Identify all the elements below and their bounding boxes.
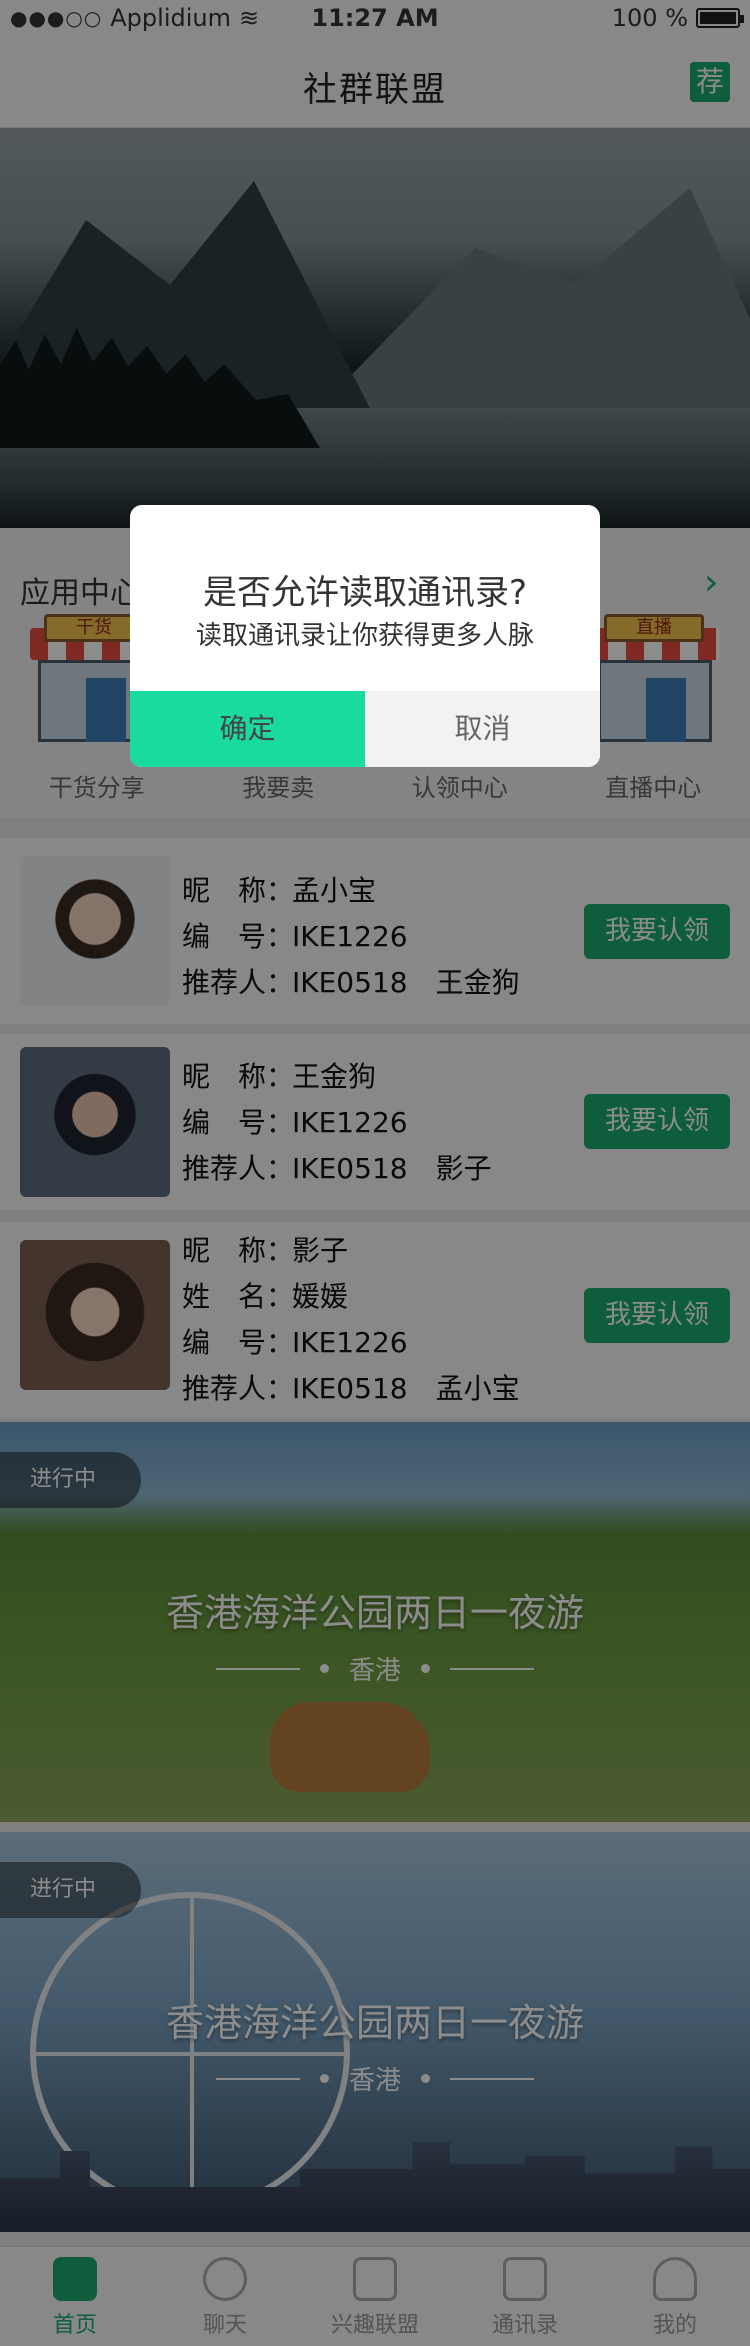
confirm-button[interactable]: 确定 xyxy=(130,691,365,767)
permission-dialog: 是否允许读取通讯录? 读取通讯录让你获得更多人脉 确定 取消 xyxy=(130,505,600,767)
cancel-button[interactable]: 取消 xyxy=(365,691,600,767)
dialog-question: 是否允许读取通讯录? xyxy=(202,573,528,613)
dialog-subtitle: 读取通讯录让你获得更多人脉 xyxy=(195,621,534,651)
modal-overlay[interactable] xyxy=(0,0,750,2346)
